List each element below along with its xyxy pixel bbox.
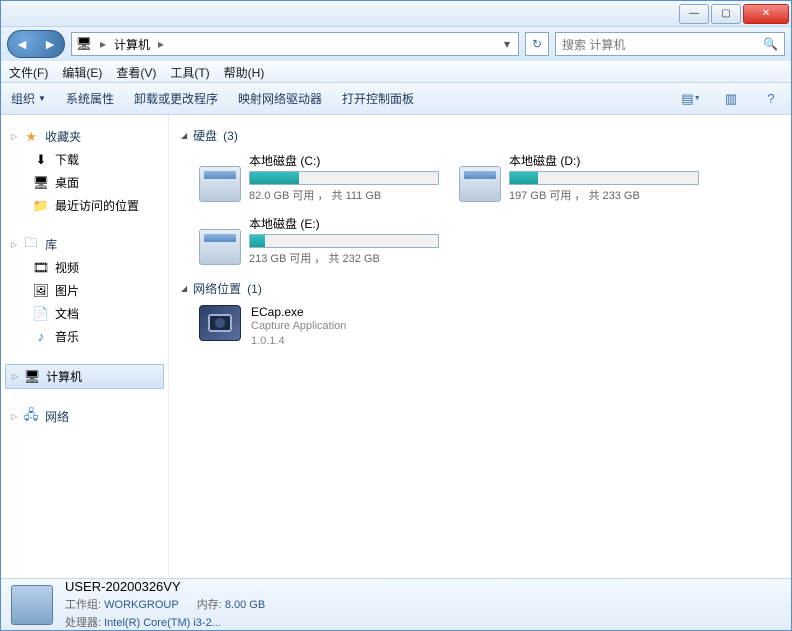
camera-app-icon	[199, 305, 241, 341]
breadcrumb-computer[interactable]: 计算机	[114, 36, 150, 53]
group-network[interactable]: ◢ 网络位置 (1)	[181, 280, 779, 297]
sidebar-item-desktop[interactable]: 🖥桌面	[5, 171, 164, 194]
drive-free-text: 213 GB 可用 ， 共 232 GB	[249, 250, 439, 266]
refresh-button[interactable]: ↻	[525, 32, 549, 56]
netloc-version: 1.0.1.4	[251, 334, 346, 349]
toolbar: 组织 ▼ 系统属性 卸载或更改程序 映射网络驱动器 打开控制面板 ▤ ▼ ▥ ?	[1, 83, 791, 115]
tri-icon: ▷	[11, 240, 17, 249]
back-icon: ◄	[15, 36, 29, 52]
sidebar-item-documents[interactable]: 📄文档	[5, 302, 164, 325]
close-button[interactable]: ✕	[743, 4, 789, 24]
titlebar: — ▢ ✕	[1, 1, 791, 27]
search-placeholder: 搜索 计算机	[562, 36, 625, 53]
minimize-button[interactable]: —	[679, 4, 709, 24]
computer-icon: 🖥	[76, 36, 92, 52]
video-icon: 🎞	[33, 260, 49, 276]
menu-view[interactable]: 查看(V)	[116, 64, 156, 81]
toolbar-sysprops[interactable]: 系统属性	[66, 90, 114, 107]
netloc-desc: Capture Application	[251, 319, 346, 334]
sidebar-favorites[interactable]: ▷★收藏夹	[5, 125, 164, 148]
sidebar-item-music[interactable]: ♪音乐	[5, 325, 164, 348]
sidebar-network[interactable]: ▷🖧网络	[5, 405, 164, 428]
group-hdd[interactable]: ◢ 硬盘 (3)	[181, 127, 779, 144]
status-mem: 8.00 GB	[225, 599, 265, 611]
menu-help[interactable]: 帮助(H)	[224, 64, 265, 81]
tri-icon: ▷	[11, 132, 17, 141]
navbar: ◄ ► 🖥 ▸ 计算机 ▸ ▾ ↻ 搜索 计算机 🔍	[1, 27, 791, 61]
tri-icon: ▷	[11, 412, 17, 421]
toolbar-uninstall[interactable]: 卸载或更改程序	[134, 90, 218, 107]
drive-icon	[199, 166, 241, 202]
computer-large-icon	[11, 585, 53, 625]
sidebar-item-recent[interactable]: 📁最近访问的位置	[5, 194, 164, 217]
collapse-icon: ◢	[181, 131, 187, 140]
nav-back-forward[interactable]: ◄ ►	[7, 30, 65, 58]
refresh-icon: ↻	[532, 37, 542, 51]
drive-name: 本地磁盘 (C:)	[249, 152, 439, 169]
drive-usage-bar	[249, 171, 439, 185]
forward-icon: ►	[43, 36, 57, 52]
explorer-window: — ▢ ✕ ◄ ► 🖥 ▸ 计算机 ▸ ▾ ↻ 搜索 计算机 🔍 文件(F) 编…	[0, 0, 792, 631]
status-workgroup-label: 工作组:	[65, 599, 101, 611]
drive-icon	[199, 229, 241, 265]
collapse-icon: ◢	[181, 284, 187, 293]
address-arrow-icon: ▸	[100, 37, 106, 51]
drive-name: 本地磁盘 (D:)	[509, 152, 699, 169]
address-bar[interactable]: 🖥 ▸ 计算机 ▸ ▾	[71, 32, 519, 56]
address-dropdown-icon[interactable]: ▾	[500, 37, 514, 51]
status-computer-name: USER-20200326VY	[65, 579, 265, 594]
menu-edit[interactable]: 编辑(E)	[62, 64, 102, 81]
picture-icon: 🖼	[33, 283, 49, 299]
help-button[interactable]: ?	[761, 89, 781, 109]
maximize-button[interactable]: ▢	[711, 4, 741, 24]
drive-free-text: 82.0 GB 可用 ， 共 111 GB	[249, 187, 439, 203]
status-cpu-label: 处理器:	[65, 617, 101, 629]
sidebar-libraries[interactable]: ▷🗀库	[5, 233, 164, 256]
address-arrow-icon: ▸	[158, 37, 164, 51]
drive-usage-bar	[249, 234, 439, 248]
status-workgroup: WORKGROUP	[104, 599, 179, 611]
drive-icon	[459, 166, 501, 202]
search-icon: 🔍	[763, 37, 778, 51]
preview-pane-button[interactable]: ▥	[721, 89, 741, 109]
sidebar-item-videos[interactable]: 🎞视频	[5, 256, 164, 279]
drive-free-text: 197 GB 可用 ， 共 233 GB	[509, 187, 699, 203]
computer-icon: 🖥	[24, 369, 40, 385]
search-input[interactable]: 搜索 计算机 🔍	[555, 32, 785, 56]
desktop-icon: 🖥	[33, 175, 49, 191]
status-cpu: Intel(R) Core(TM) i3-2...	[104, 617, 221, 629]
network-icon: 🖧	[23, 409, 39, 425]
drive-item[interactable]: 本地磁盘 (E:) 213 GB 可用 ， 共 232 GB	[199, 215, 439, 266]
statusbar: USER-20200326VY 工作组: WORKGROUP 内存: 8.00 …	[1, 578, 791, 630]
toolbar-organize[interactable]: 组织 ▼	[11, 90, 46, 107]
music-icon: ♪	[33, 329, 49, 345]
chevron-down-icon: ▼	[38, 94, 46, 103]
drive-item[interactable]: 本地磁盘 (C:) 82.0 GB 可用 ， 共 111 GB	[199, 152, 439, 203]
download-icon: ⬇	[33, 152, 49, 168]
recent-icon: 📁	[33, 198, 49, 214]
sidebar: ▷★收藏夹 ⬇下载 🖥桌面 📁最近访问的位置 ▷🗀库 🎞视频 🖼图片 📄文档 ♪…	[1, 115, 169, 578]
netloc-item[interactable]: ECap.exe Capture Application 1.0.1.4	[199, 305, 779, 350]
netloc-name: ECap.exe	[251, 305, 346, 319]
drive-usage-bar	[509, 171, 699, 185]
drive-item[interactable]: 本地磁盘 (D:) 197 GB 可用 ， 共 233 GB	[459, 152, 699, 203]
status-mem-label: 内存:	[197, 599, 222, 611]
drive-name: 本地磁盘 (E:)	[249, 215, 439, 232]
main-content: ◢ 硬盘 (3) 本地磁盘 (C:)82.0 GB 可用 ， 共 111 GB本…	[169, 115, 791, 578]
toolbar-mapnet[interactable]: 映射网络驱动器	[238, 90, 322, 107]
sidebar-computer[interactable]: ▷🖥计算机	[5, 364, 164, 389]
document-icon: 📄	[33, 306, 49, 322]
menu-tools[interactable]: 工具(T)	[170, 64, 209, 81]
menubar: 文件(F) 编辑(E) 查看(V) 工具(T) 帮助(H)	[1, 61, 791, 83]
sidebar-item-pictures[interactable]: 🖼图片	[5, 279, 164, 302]
sidebar-item-downloads[interactable]: ⬇下载	[5, 148, 164, 171]
tri-icon: ▷	[12, 372, 18, 381]
view-mode-button[interactable]: ▤ ▼	[681, 89, 701, 109]
menu-file[interactable]: 文件(F)	[9, 64, 48, 81]
library-icon: 🗀	[23, 237, 39, 253]
star-icon: ★	[23, 129, 39, 145]
toolbar-controlpanel[interactable]: 打开控制面板	[342, 90, 414, 107]
